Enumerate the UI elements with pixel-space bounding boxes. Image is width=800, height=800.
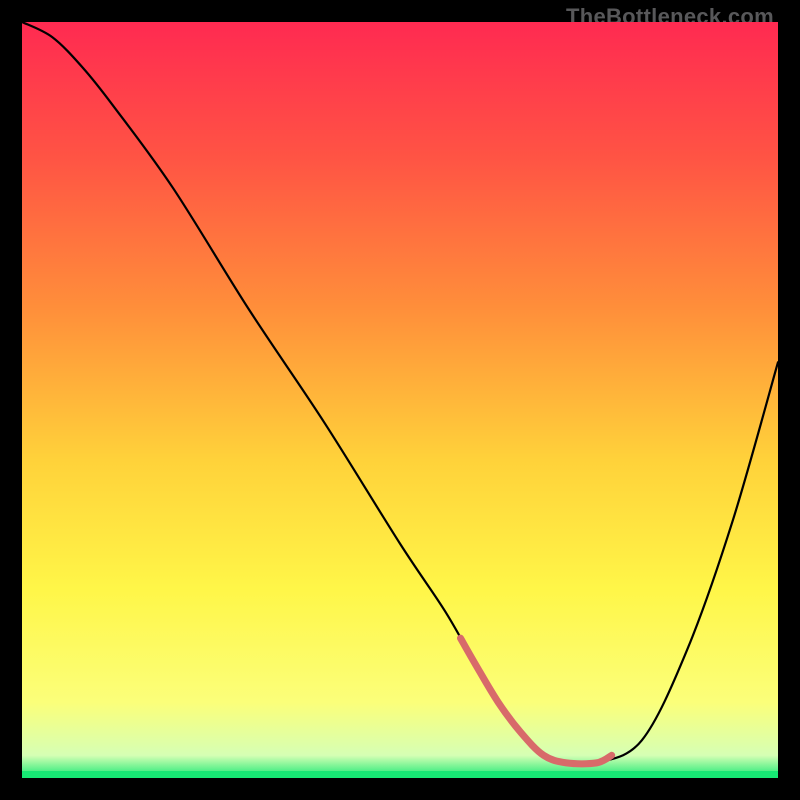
green-baseline — [22, 771, 778, 778]
app-frame: TheBottleneck.com — [0, 0, 800, 800]
chart-svg — [22, 22, 778, 778]
plot-area — [22, 22, 778, 778]
